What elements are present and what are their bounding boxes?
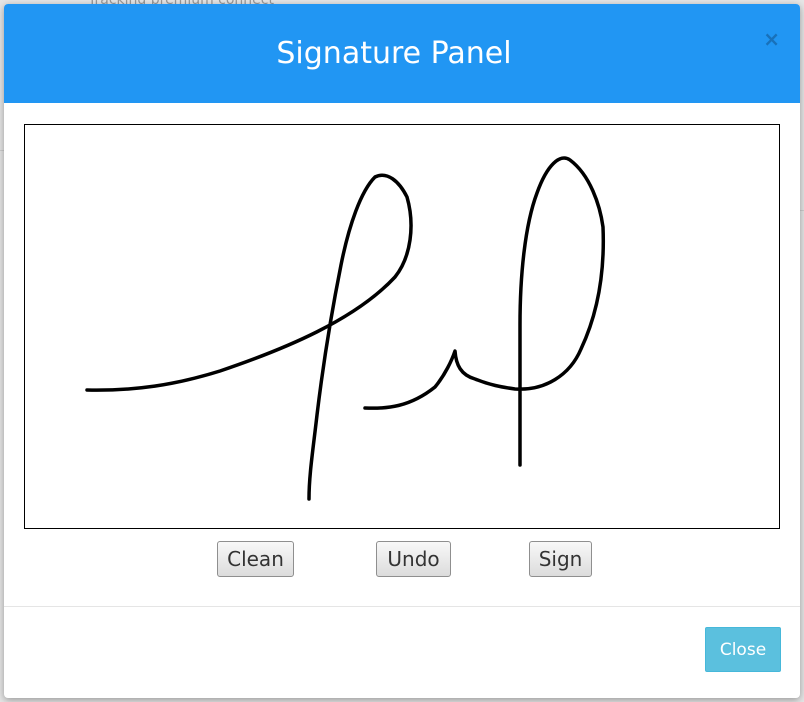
background-divider [800, 210, 804, 211]
undo-button[interactable]: Undo [376, 541, 451, 577]
modal-title: Signature Panel [276, 36, 512, 71]
signature-drawing [85, 156, 606, 501]
modal-header: Signature Panel × [4, 4, 800, 103]
sign-button[interactable]: Sign [529, 541, 592, 577]
close-button[interactable]: Close [705, 627, 781, 672]
signature-stroke [363, 156, 606, 467]
signature-stroke [85, 173, 413, 501]
footer-divider [4, 606, 800, 607]
signature-modal: Signature Panel × Clean Undo Sign Close [4, 4, 800, 698]
clean-button[interactable]: Clean [217, 541, 294, 577]
signature-canvas[interactable] [24, 124, 780, 529]
close-icon[interactable]: × [763, 26, 780, 52]
